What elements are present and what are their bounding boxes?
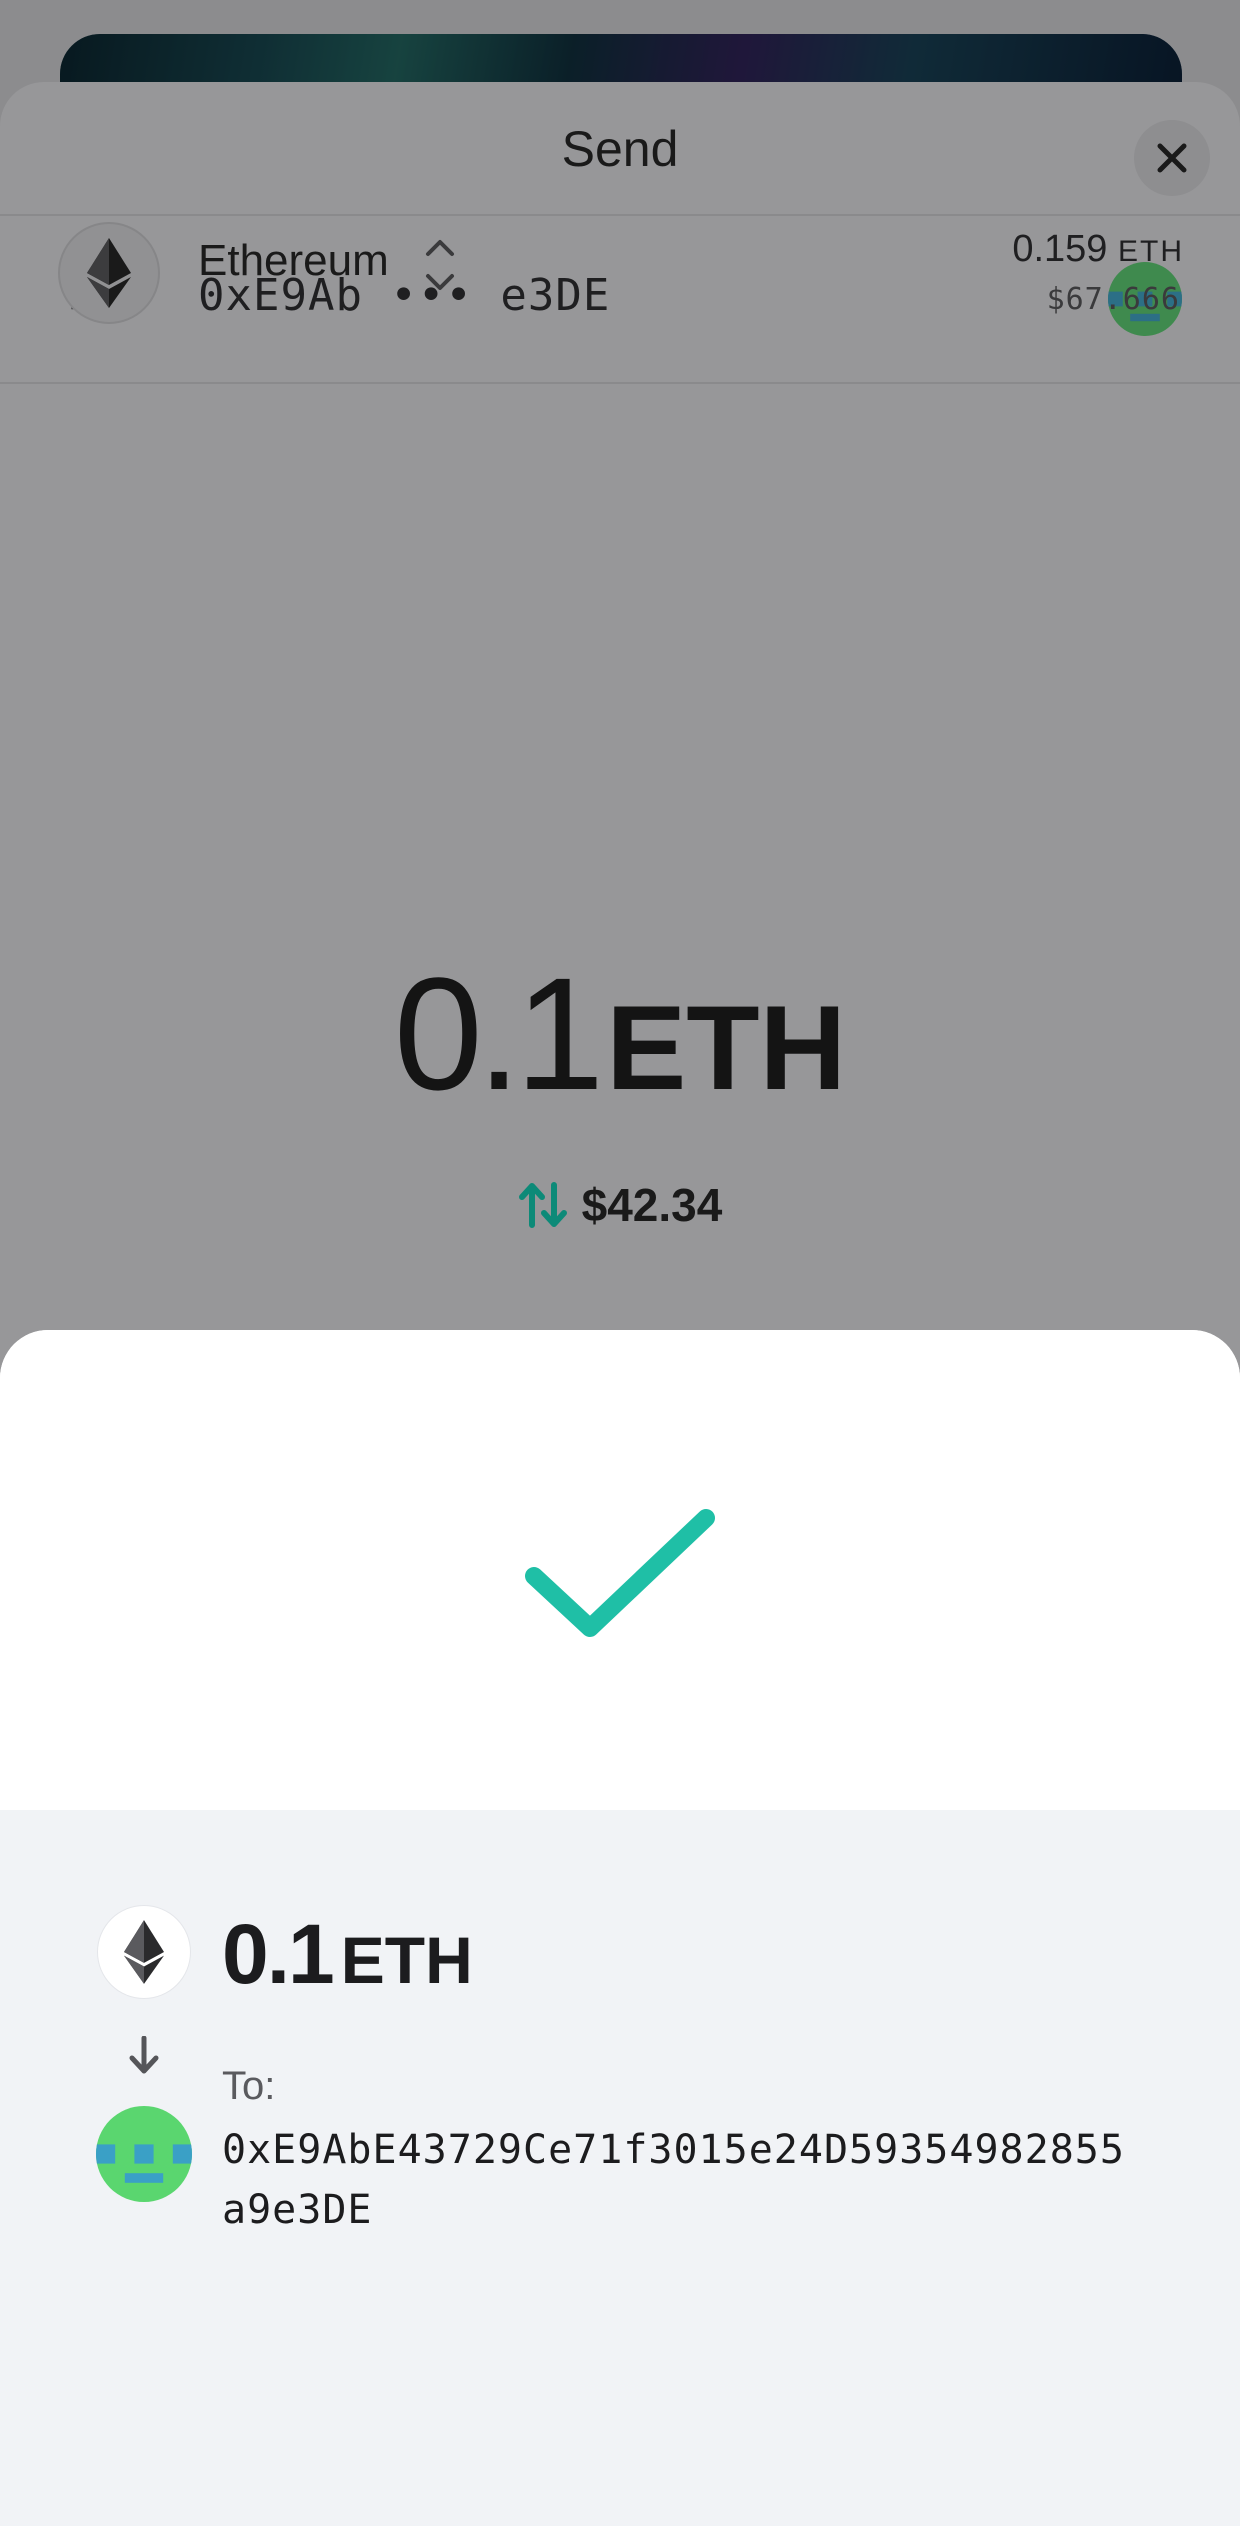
asset-balance-unit: ETH: [1118, 235, 1184, 268]
detail-amount-value: 0.1: [222, 1907, 335, 2001]
asset-fiat-balance: $67.666: [1046, 282, 1180, 317]
close-icon: [1157, 143, 1187, 173]
detail-to-label: To:: [222, 2064, 276, 2108]
sheet-title: Send: [561, 121, 679, 177]
asset-name[interactable]: Ethereum: [198, 236, 389, 286]
amount-value: 0.1: [393, 944, 604, 1123]
ethereum-icon: [124, 1920, 164, 1984]
wallet-avatar: [96, 2106, 192, 2202]
amount-unit: ETH: [606, 981, 847, 1115]
ethereum-icon: [87, 238, 131, 308]
checkmark-icon: [525, 1509, 715, 1637]
fiat-toggle[interactable]: $42.34: [0, 1178, 1240, 1232]
asset-ethereum-icon[interactable]: [58, 222, 160, 324]
asset-balance: 0.159 ETH: [1012, 228, 1184, 271]
detail-recipient-address: 0xE9AbE43729Ce71f3015e24D59354982855a9e3…: [222, 2127, 1125, 2233]
chevron-up-down-icon[interactable]: [420, 230, 460, 300]
transaction-details: 0.1 ETH To: 0xE9AbE43729Ce71f3015e24D5935…: [0, 1810, 1240, 2526]
close-button[interactable]: [1134, 120, 1210, 196]
detail-asset-icon: [98, 1906, 190, 1998]
success-area: [0, 1330, 1240, 1810]
confirmation-sheet: 0.1 ETH To: 0xE9AbE43729Ce71f3015e24D5935…: [0, 1330, 1240, 2526]
detail-amount-unit: ETH: [340, 1923, 473, 1997]
fiat-amount: $42.34: [581, 1179, 723, 1231]
asset-balance-value: 0.159: [1012, 228, 1108, 270]
swap-arrows-icon: [518, 1182, 567, 1228]
send-sheet: Send To: 0xE9Ab ••• e3DE Ethereum: [0, 82, 1240, 1482]
sheet-header: Send: [0, 82, 1240, 216]
avatar-pattern: [96, 2106, 192, 2202]
amount-display[interactable]: 0.1ETH: [0, 942, 1240, 1126]
arrow-down-icon: [129, 2036, 159, 2074]
detail-amount: 0.1 ETH: [222, 1906, 473, 2003]
